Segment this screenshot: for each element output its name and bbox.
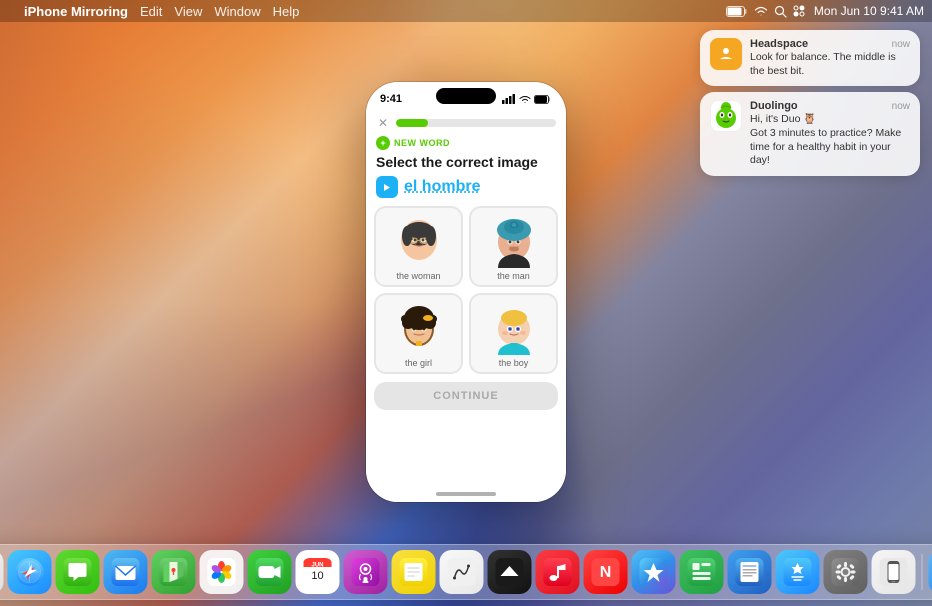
menubar-right: Mon Jun 10 9:41 AM (726, 4, 924, 18)
desktop: iPhone Mirroring Edit View Window Help (0, 0, 932, 606)
menubar-status-icons (726, 4, 806, 18)
option-man[interactable]: the man (469, 206, 558, 287)
iphone-battery-icon (534, 95, 552, 104)
iphone-frame: 9:41 (366, 82, 566, 502)
notif-headspace-message: Look for balance. The middle is the best… (750, 51, 910, 78)
dock-separator (922, 554, 923, 590)
option-boy-label: the boy (499, 358, 529, 368)
dock-icon-pages[interactable] (728, 550, 772, 594)
dock-icon-photos[interactable] (200, 550, 244, 594)
dock-icon-syspreferences[interactable] (824, 550, 868, 594)
new-word-icon: + (376, 136, 390, 150)
menubar-datetime: Mon Jun 10 9:41 AM (814, 4, 924, 18)
wifi-icon (753, 5, 769, 17)
headspace-icon (710, 38, 742, 70)
dock-icon-music[interactable] (536, 550, 580, 594)
option-woman-label: the woman (396, 271, 440, 281)
dock-icon-numbers[interactable] (680, 550, 724, 594)
dock-icon-safari[interactable] (8, 550, 52, 594)
dock-icon-facetime[interactable] (248, 550, 292, 594)
duolingo-app: ✕ + NEW WORD Select the correct image (366, 110, 566, 502)
menubar-window[interactable]: Window (214, 4, 260, 19)
character-boy-img (488, 303, 540, 355)
svg-text:JUN: JUN (311, 563, 323, 569)
close-button[interactable]: ✕ (376, 116, 390, 130)
new-word-text: NEW WORD (394, 138, 450, 148)
dock-icon-maps[interactable] (152, 550, 196, 594)
progress-bar-container: ✕ (366, 110, 566, 134)
notif-duolingo-body: Duolingo now Hi, it's Duo 🦉Got 3 minutes… (750, 100, 910, 168)
character-man-img (488, 216, 540, 268)
dock-icon-icloud[interactable] (929, 550, 932, 594)
dock-icon-freeform[interactable] (440, 550, 484, 594)
iphone-time: 9:41 (380, 93, 402, 105)
new-word-badge: + NEW WORD (366, 134, 566, 154)
menubar-left: iPhone Mirroring Edit View Window Help (8, 4, 299, 19)
audio-button[interactable] (376, 176, 398, 198)
character-girl-img (393, 303, 445, 355)
option-man-label: the man (497, 271, 530, 281)
option-boy[interactable]: the boy (469, 293, 558, 374)
dock-icon-messages[interactable] (56, 550, 100, 594)
notification-duolingo[interactable]: Duolingo now Hi, it's Duo 🦉Got 3 minutes… (700, 92, 920, 176)
option-woman[interactable]: the woman (374, 206, 463, 287)
control-center-icon[interactable] (792, 4, 806, 18)
menubar: iPhone Mirroring Edit View Window Help (0, 0, 932, 22)
progress-bar (396, 119, 556, 127)
dock-icon-appstore[interactable] (776, 550, 820, 594)
notif-duolingo-header: Duolingo now (750, 100, 910, 112)
notif-headspace-appname: Headspace (750, 38, 808, 50)
notif-duolingo-appname: Duolingo (750, 100, 798, 112)
menubar-edit[interactable]: Edit (140, 4, 162, 19)
menubar-help[interactable]: Help (273, 4, 300, 19)
dock-icon-podcasts[interactable] (344, 550, 388, 594)
notif-duolingo-message: Hi, it's Duo 🦉Got 3 minutes to practice?… (750, 113, 910, 168)
dock-icon-appletv[interactable]: tv (488, 550, 532, 594)
iphone-status-icons (502, 94, 552, 104)
dock-icon-calendar[interactable]: JUN 10 (296, 550, 340, 594)
question-title: Select the correct image (366, 154, 566, 176)
menubar-app-name: iPhone Mirroring (24, 4, 128, 19)
svg-text:10: 10 (311, 570, 323, 582)
iphone-dynamic-island (436, 88, 496, 104)
progress-fill (396, 119, 428, 127)
notif-headspace-body: Headspace now Look for balance. The midd… (750, 38, 910, 78)
iphone-mirror: 9:41 (366, 82, 566, 502)
dock: JUN 10 (0, 544, 932, 600)
svg-text:N: N (600, 564, 612, 581)
search-icon[interactable] (774, 5, 787, 18)
option-girl[interactable]: the girl (374, 293, 463, 374)
signal-icon (502, 94, 516, 104)
battery-icon (726, 6, 748, 17)
notif-duolingo-time: now (892, 101, 910, 112)
character-woman-img (393, 216, 445, 268)
notif-headspace-header: Headspace now (750, 38, 910, 50)
image-options-grid: the woman (366, 206, 566, 374)
notification-area: Headspace now Look for balance. The midd… (700, 30, 920, 176)
dock-icon-mail[interactable] (104, 550, 148, 594)
dock-icon-launchpad[interactable] (0, 550, 4, 594)
duolingo-icon (710, 100, 742, 132)
dock-icon-notes[interactable] (392, 550, 436, 594)
continue-button[interactable]: CONTINUE (374, 382, 558, 410)
menubar-view[interactable]: View (174, 4, 202, 19)
option-girl-label: the girl (405, 358, 432, 368)
svg-text:tv: tv (508, 572, 512, 578)
notif-headspace-time: now (892, 39, 910, 50)
iphone-home-indicator (436, 492, 496, 496)
spanish-word: el hombre (404, 178, 480, 196)
notification-headspace[interactable]: Headspace now Look for balance. The midd… (700, 30, 920, 86)
iphone-statusbar: 9:41 (366, 82, 566, 110)
iphone-wifi-icon (519, 95, 531, 104)
dock-icon-news[interactable]: N (584, 550, 628, 594)
dock-icon-shortcuts[interactable] (632, 550, 676, 594)
dock-icon-mirroring[interactable] (872, 550, 916, 594)
word-prompt: el hombre (366, 176, 566, 206)
